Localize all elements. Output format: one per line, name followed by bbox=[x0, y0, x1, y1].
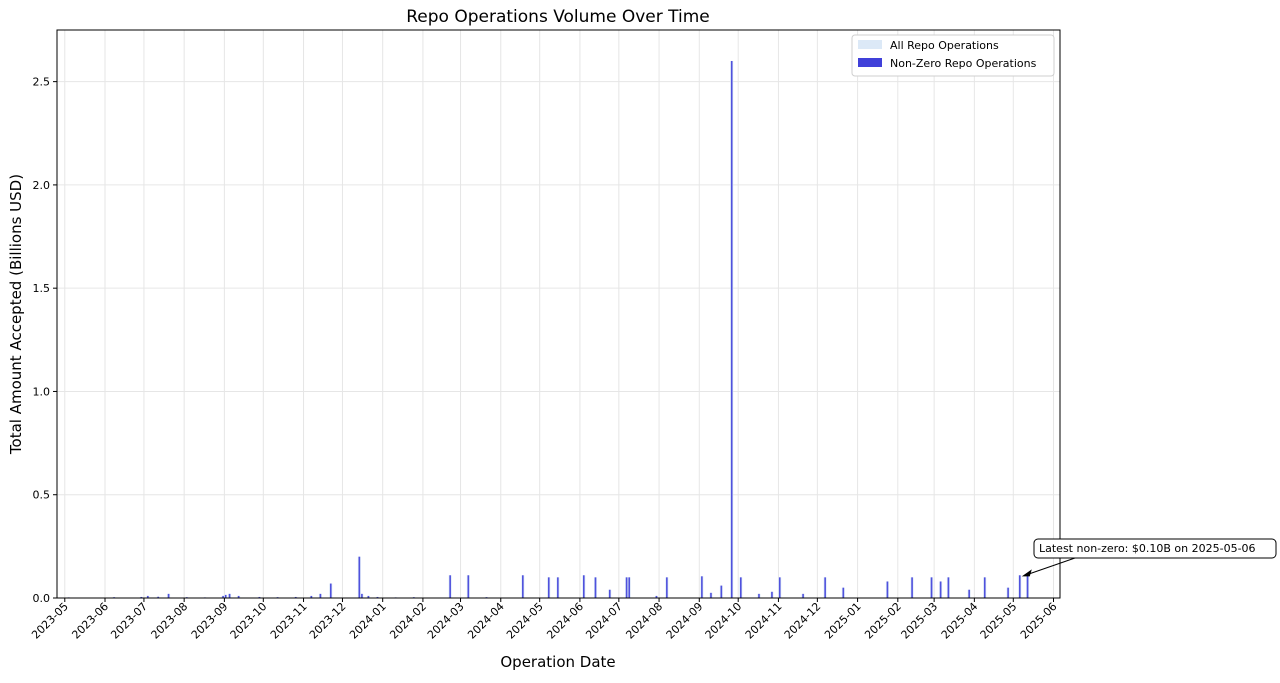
x-tick-label: 2024-08 bbox=[623, 600, 665, 642]
bar bbox=[625, 577, 628, 598]
bar bbox=[557, 577, 559, 598]
y-tick-label: 0.0 bbox=[33, 592, 51, 605]
y-tick-label: 1.0 bbox=[33, 385, 51, 398]
bar bbox=[329, 583, 332, 598]
bar bbox=[358, 556, 361, 598]
y-tick-label: 0.5 bbox=[33, 489, 51, 502]
bar bbox=[319, 593, 322, 598]
x-tick-label: 2023-08 bbox=[149, 600, 191, 642]
bar bbox=[824, 577, 826, 598]
y-tick-label: 2.5 bbox=[33, 76, 51, 89]
plot-frame bbox=[56, 29, 1061, 599]
x-tick-label: 2025-02 bbox=[862, 600, 904, 642]
annotation-text: Latest non-zero: $0.10B on 2025-05-06 bbox=[1039, 542, 1256, 555]
x-tick-label: 2023-09 bbox=[189, 600, 231, 642]
x-tick-label: 2024-09 bbox=[664, 600, 706, 642]
x-tick-label: 2024-07 bbox=[583, 600, 625, 642]
x-tick-label: 2025-06 bbox=[1018, 600, 1060, 642]
bar bbox=[167, 593, 170, 598]
y-axis-ticks: 0.0 0.5 1.0 1.5 2.0 2.5 bbox=[33, 76, 57, 605]
x-tick-label: 2024-05 bbox=[504, 600, 546, 642]
bar bbox=[666, 577, 668, 598]
bar bbox=[720, 585, 723, 598]
bar bbox=[771, 591, 773, 598]
bar bbox=[628, 577, 631, 598]
x-tick-label: 2024-04 bbox=[465, 600, 507, 642]
bar bbox=[1026, 575, 1029, 598]
legend-label-all-repo-operations: All Repo Operations bbox=[890, 39, 999, 52]
legend-swatch-all-repo-operations bbox=[858, 40, 882, 49]
bar bbox=[947, 577, 950, 598]
annotation-arrow bbox=[1027, 557, 1076, 575]
bar bbox=[583, 575, 585, 598]
legend-label-non-zero-repo-operations: Non-Zero Repo Operations bbox=[890, 57, 1037, 70]
repo-volume-chart: Repo Operations Volume Over Time 0.0 0.5 1… bbox=[7, 7, 1277, 671]
bar bbox=[361, 593, 363, 598]
x-tick-label: 2023-10 bbox=[228, 600, 270, 642]
x-tick-label: 2024-02 bbox=[387, 600, 429, 642]
series-all-repo-operations bbox=[67, 60, 1030, 599]
x-tick-label: 2024-06 bbox=[544, 600, 586, 642]
bar bbox=[1018, 575, 1021, 598]
bar bbox=[701, 576, 703, 598]
bar bbox=[740, 577, 742, 598]
bar bbox=[758, 593, 760, 598]
bar bbox=[522, 575, 524, 598]
bar bbox=[802, 593, 804, 598]
bar bbox=[778, 577, 781, 598]
bar bbox=[1007, 587, 1009, 598]
bar bbox=[608, 589, 611, 598]
x-tick-label: 2023-07 bbox=[108, 600, 150, 642]
x-tick-label: 2024-03 bbox=[425, 600, 467, 642]
y-tick-label: 1.5 bbox=[33, 282, 51, 295]
bar bbox=[842, 587, 845, 598]
x-tick-label: 2024-11 bbox=[743, 600, 785, 642]
bar bbox=[547, 577, 550, 598]
bar bbox=[939, 581, 942, 598]
bar bbox=[886, 581, 889, 598]
bar bbox=[467, 575, 470, 598]
x-tick-label: 2023-05 bbox=[29, 600, 71, 642]
x-tick-label: 2025-05 bbox=[978, 600, 1020, 642]
x-tick-label: 2023-06 bbox=[69, 600, 111, 642]
bar bbox=[911, 577, 913, 598]
x-tick-label: 2025-04 bbox=[939, 600, 981, 642]
bar bbox=[594, 577, 597, 598]
x-tick-label: 2025-03 bbox=[899, 600, 941, 642]
legend-swatch-non-zero-repo-operations bbox=[858, 58, 882, 67]
bar bbox=[730, 60, 733, 599]
bar bbox=[968, 589, 970, 598]
chart-title: Repo Operations Volume Over Time bbox=[406, 7, 710, 27]
bar bbox=[710, 592, 712, 598]
bar bbox=[228, 593, 231, 598]
bar bbox=[983, 577, 986, 598]
annotation-arrowhead bbox=[1021, 569, 1032, 577]
y-tick-label: 2.0 bbox=[33, 179, 51, 192]
series-non-zero-repo-operations bbox=[67, 60, 1029, 599]
x-tick-label: 2024-12 bbox=[782, 600, 824, 642]
legend: All Repo Operations Non-Zero Repo Operat… bbox=[851, 34, 1055, 77]
x-tick-label: 2024-01 bbox=[347, 600, 389, 642]
x-axis-ticks: 2023-052023-062023-072023-082023-092023-… bbox=[29, 598, 1060, 642]
bar bbox=[930, 577, 933, 598]
grid-lines bbox=[57, 30, 1060, 599]
x-axis-label: Operation Date bbox=[500, 653, 615, 671]
x-tick-label: 2023-11 bbox=[268, 600, 310, 642]
y-axis-label: Total Amount Accepted (Billions USD) bbox=[7, 174, 25, 455]
bar bbox=[449, 575, 451, 598]
x-tick-label: 2025-01 bbox=[822, 600, 864, 642]
x-tick-label: 2024-10 bbox=[703, 600, 745, 642]
chart-root: Repo Operations Volume Over Time 0.0 0.5 1… bbox=[0, 0, 1280, 679]
x-tick-label: 2023-12 bbox=[307, 600, 349, 642]
